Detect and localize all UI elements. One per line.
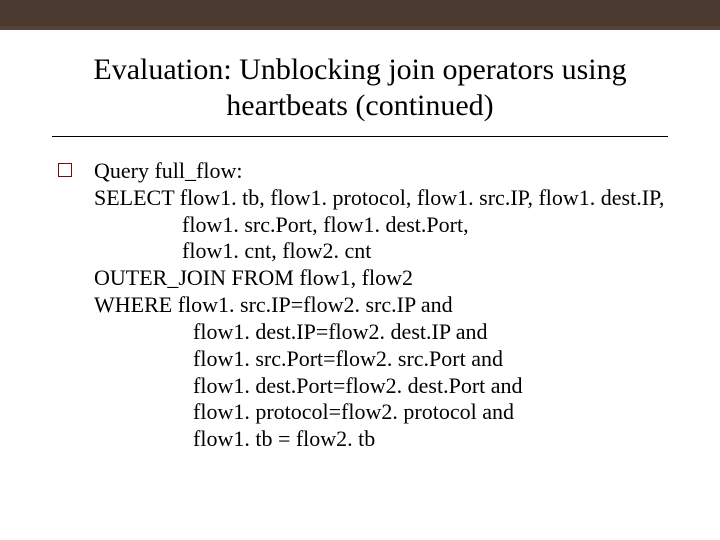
query-text: Query full_flow: SELECT flow1. tb, flow1… bbox=[94, 158, 664, 453]
bullet-item: Query full_flow: SELECT flow1. tb, flow1… bbox=[58, 158, 680, 453]
query-line-6: WHERE flow1. src.IP=flow2. src.IP and bbox=[94, 292, 453, 317]
query-line-10: flow1. protocol=flow2. protocol and bbox=[94, 399, 514, 424]
top-border-bar bbox=[0, 0, 720, 26]
query-line-2: SELECT flow1. tb, flow1. protocol, flow1… bbox=[94, 185, 664, 210]
slide-title: Evaluation: Unblocking join operators us… bbox=[65, 52, 655, 124]
square-bullet-icon bbox=[58, 163, 72, 177]
body-content: Query full_flow: SELECT flow1. tb, flow1… bbox=[58, 158, 680, 453]
slide: Evaluation: Unblocking join operators us… bbox=[0, 0, 720, 540]
title-underline bbox=[52, 136, 668, 137]
query-line-11: flow1. tb = flow2. tb bbox=[94, 426, 375, 451]
query-line-3: flow1. src.Port, flow1. dest.Port, bbox=[94, 212, 469, 237]
query-line-7: flow1. dest.IP=flow2. dest.IP and bbox=[94, 319, 488, 344]
query-line-9: flow1. dest.Port=flow2. dest.Port and bbox=[94, 373, 523, 398]
query-line-5: OUTER_JOIN FROM flow1, flow2 bbox=[94, 265, 413, 290]
title-line-2: heartbeats (continued) bbox=[226, 89, 493, 122]
title-block: Evaluation: Unblocking join operators us… bbox=[65, 52, 655, 124]
title-line-1: Evaluation: Unblocking join operators us… bbox=[93, 53, 626, 86]
query-line-1: Query full_flow: bbox=[94, 158, 242, 183]
query-line-4: flow1. cnt, flow2. cnt bbox=[94, 238, 371, 263]
query-line-8: flow1. src.Port=flow2. src.Port and bbox=[94, 346, 503, 371]
